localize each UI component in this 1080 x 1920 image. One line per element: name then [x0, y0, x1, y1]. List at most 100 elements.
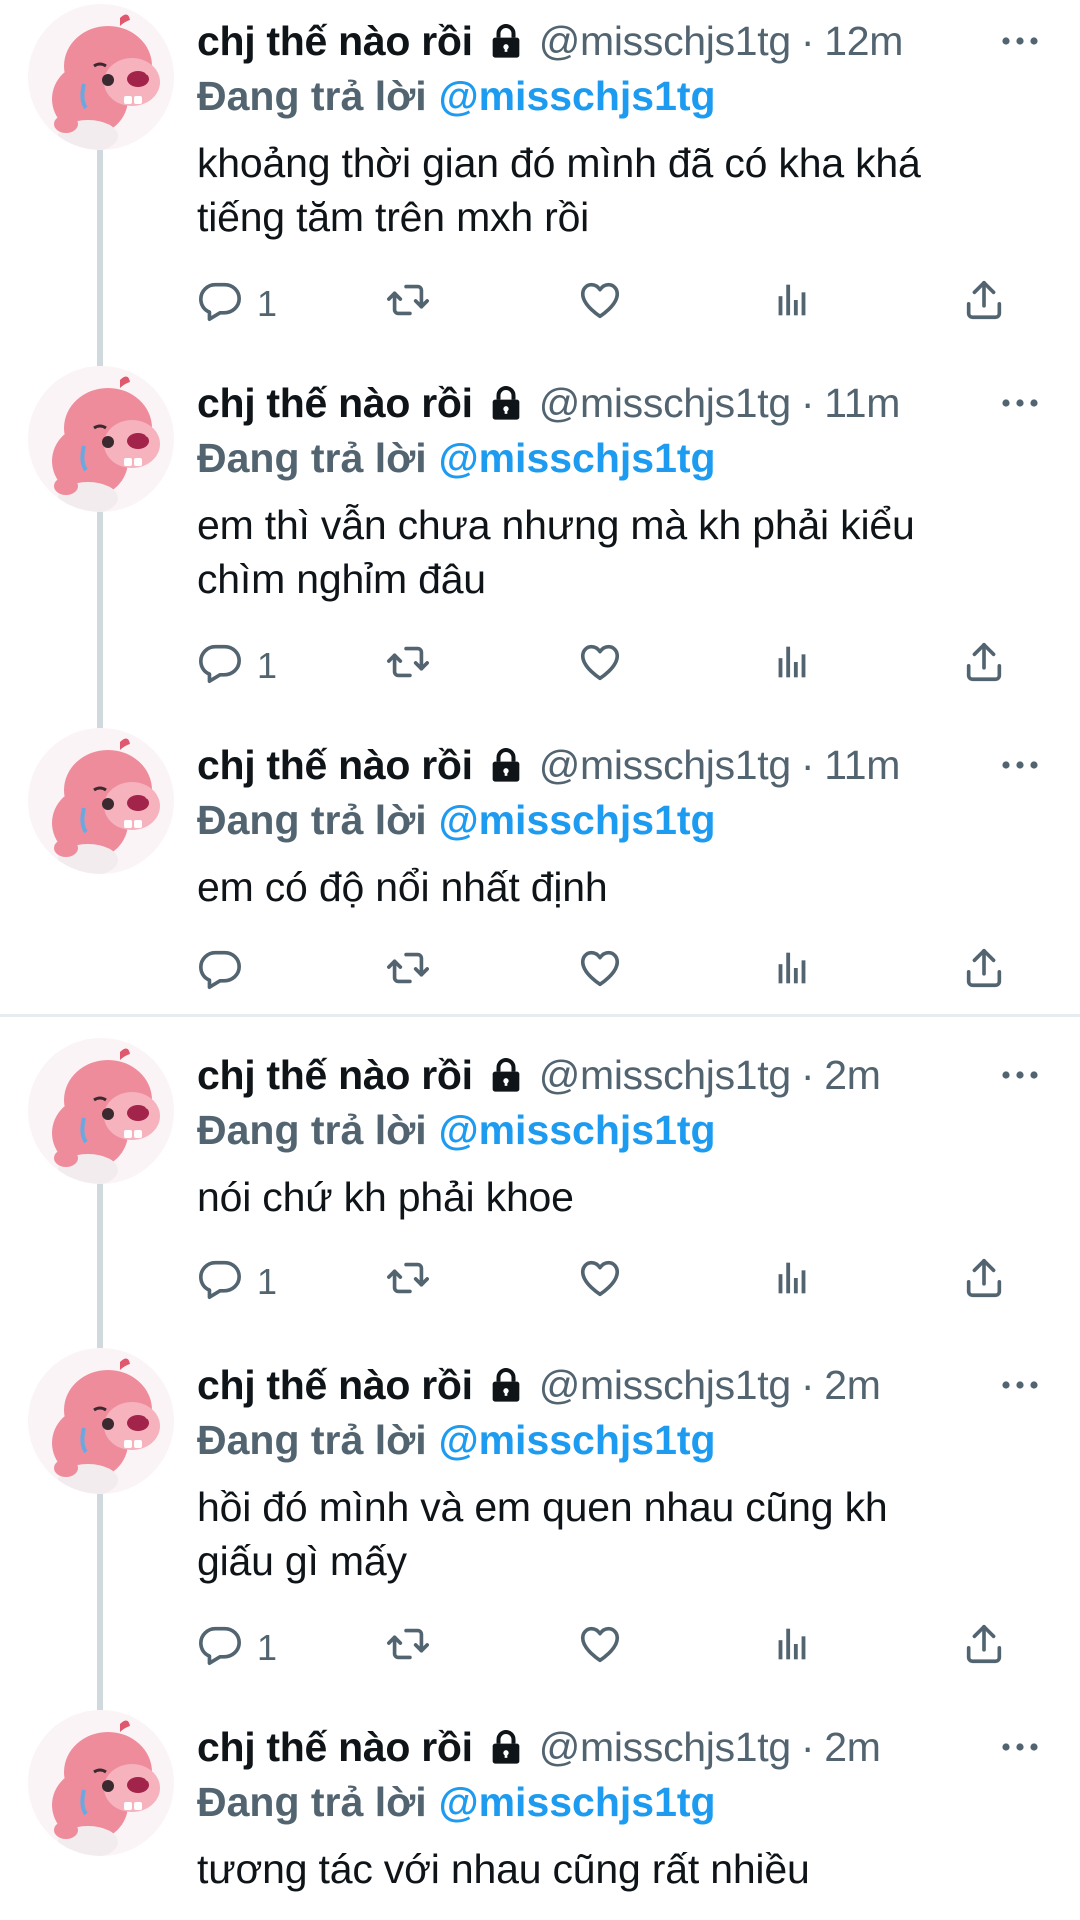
- share-button[interactable]: [961, 1620, 1007, 1676]
- retweet-icon: [385, 639, 431, 694]
- reply-icon: [197, 1255, 243, 1310]
- tweet-text-line: hồi đó mình và em quen nhau cũng kh: [197, 1484, 888, 1530]
- reply-mention[interactable]: @misschjs1tg: [439, 797, 716, 844]
- reply-button[interactable]: [197, 944, 257, 1000]
- replying-to-label: Đang trả lời: [197, 1416, 427, 1463]
- share-button[interactable]: [961, 1254, 1007, 1310]
- display-name[interactable]: chj thế nào rồi: [197, 1052, 473, 1099]
- avatar[interactable]: [28, 1710, 174, 1856]
- like-icon: [577, 277, 623, 332]
- tweet[interactable]: chj thế nào rồi @misschjs1tg · 11m Đang …: [0, 724, 1080, 1014]
- like-icon: [577, 945, 623, 1000]
- display-name[interactable]: chj thế nào rồi: [197, 1362, 473, 1409]
- share-button[interactable]: [961, 944, 1007, 1000]
- stats-icon: [769, 1255, 815, 1310]
- stats-button[interactable]: [769, 276, 815, 332]
- retweet-button[interactable]: [385, 1254, 431, 1310]
- reply-button[interactable]: 1: [197, 1620, 277, 1676]
- avatar[interactable]: [28, 366, 174, 512]
- more-icon[interactable]: [1000, 1720, 1040, 1774]
- tweet-actions: 1: [197, 1254, 1050, 1310]
- timestamp[interactable]: 2m: [824, 1724, 881, 1771]
- separator-dot: ·: [800, 1051, 815, 1098]
- retweet-button[interactable]: [385, 276, 431, 332]
- timestamp[interactable]: 2m: [824, 1052, 881, 1099]
- stats-button[interactable]: [769, 1254, 815, 1310]
- tweet[interactable]: chj thế nào rồi @misschjs1tg · 2m Đang t…: [0, 1344, 1080, 1706]
- timestamp[interactable]: 11m: [824, 742, 900, 789]
- retweet-icon: [385, 1621, 431, 1676]
- like-button[interactable]: [577, 276, 623, 332]
- handle[interactable]: @misschjs1tg: [539, 18, 792, 65]
- retweet-button[interactable]: [385, 944, 431, 1000]
- share-button[interactable]: [961, 638, 1007, 694]
- separator-dot: ·: [800, 1361, 815, 1408]
- tweet-text-line: em có độ nổi nhất định: [197, 864, 608, 910]
- display-name[interactable]: chj thế nào rồi: [197, 380, 473, 427]
- reply-count: 1: [257, 1261, 278, 1302]
- handle[interactable]: @misschjs1tg: [539, 1362, 792, 1409]
- lock-icon: [485, 1055, 527, 1095]
- like-button[interactable]: [577, 944, 623, 1000]
- like-button[interactable]: [577, 1254, 623, 1310]
- reply-button[interactable]: 1: [197, 1254, 277, 1310]
- timestamp[interactable]: 12m: [824, 18, 903, 65]
- tweet[interactable]: chj thế nào rồi @misschjs1tg · 2m Đang t…: [0, 1034, 1080, 1344]
- handle[interactable]: @misschjs1tg: [539, 1724, 792, 1771]
- tweet[interactable]: chj thế nào rồi @misschjs1tg · 12m Đang …: [0, 0, 1080, 362]
- handle[interactable]: @misschjs1tg: [539, 380, 792, 427]
- stats-icon: [769, 277, 815, 332]
- like-icon: [577, 1621, 623, 1676]
- display-name[interactable]: chj thế nào rồi: [197, 18, 473, 65]
- reply-icon: [197, 277, 243, 332]
- reply-mention[interactable]: @misschjs1tg: [439, 435, 716, 482]
- display-name[interactable]: chj thế nào rồi: [197, 1724, 473, 1771]
- reply-mention[interactable]: @misschjs1tg: [439, 1107, 716, 1154]
- reply-icon: [197, 1621, 243, 1676]
- share-icon: [961, 639, 1007, 694]
- retweet-icon: [385, 277, 431, 332]
- more-icon[interactable]: [1000, 376, 1040, 430]
- thread-divider: [0, 1014, 1080, 1017]
- tweet-text: khoảng thời gian đó mình đã có kha khá t…: [197, 136, 1050, 244]
- retweet-icon: [385, 945, 431, 1000]
- replying-to-label: Đang trả lời: [197, 1106, 427, 1153]
- like-button[interactable]: [577, 638, 623, 694]
- replying-to-label: Đang trả lời: [197, 72, 427, 119]
- stats-button[interactable]: [769, 1620, 815, 1676]
- lock-icon: [485, 745, 527, 785]
- more-icon[interactable]: [1000, 738, 1040, 792]
- tweet[interactable]: chj thế nào rồi @misschjs1tg · 2m Đang t…: [0, 1706, 1080, 1920]
- thread-line: [97, 1494, 103, 1706]
- retweet-button[interactable]: [385, 638, 431, 694]
- avatar[interactable]: [28, 728, 174, 874]
- share-button[interactable]: [961, 276, 1007, 332]
- timestamp[interactable]: 2m: [824, 1362, 881, 1409]
- avatar[interactable]: [28, 1038, 174, 1184]
- thread-line: [97, 1184, 103, 1344]
- reply-mention[interactable]: @misschjs1tg: [439, 1417, 716, 1464]
- reply-button[interactable]: 1: [197, 276, 277, 332]
- more-icon[interactable]: [1000, 1048, 1040, 1102]
- reply-mention[interactable]: @misschjs1tg: [439, 73, 716, 120]
- retweet-button[interactable]: [385, 1620, 431, 1676]
- reply-count: 1: [257, 283, 278, 324]
- more-icon[interactable]: [1000, 1358, 1040, 1412]
- display-name[interactable]: chj thế nào rồi: [197, 742, 473, 789]
- reply-mention[interactable]: @misschjs1tg: [439, 1779, 716, 1826]
- tweet-text-line: giấu gì mấy: [197, 1538, 407, 1584]
- like-button[interactable]: [577, 1620, 623, 1676]
- avatar[interactable]: [28, 1348, 174, 1494]
- reply-button[interactable]: 1: [197, 638, 277, 694]
- stats-button[interactable]: [769, 944, 815, 1000]
- handle[interactable]: @misschjs1tg: [539, 742, 792, 789]
- tweet[interactable]: chj thế nào rồi @misschjs1tg · 11m Đang …: [0, 362, 1080, 724]
- timestamp[interactable]: 11m: [824, 380, 900, 427]
- more-icon[interactable]: [1000, 14, 1040, 68]
- handle[interactable]: @misschjs1tg: [539, 1052, 792, 1099]
- share-icon: [961, 945, 1007, 1000]
- stats-button[interactable]: [769, 638, 815, 694]
- avatar[interactable]: [28, 4, 174, 150]
- tweet-actions: 1: [197, 1620, 1050, 1676]
- separator-dot: ·: [800, 17, 815, 64]
